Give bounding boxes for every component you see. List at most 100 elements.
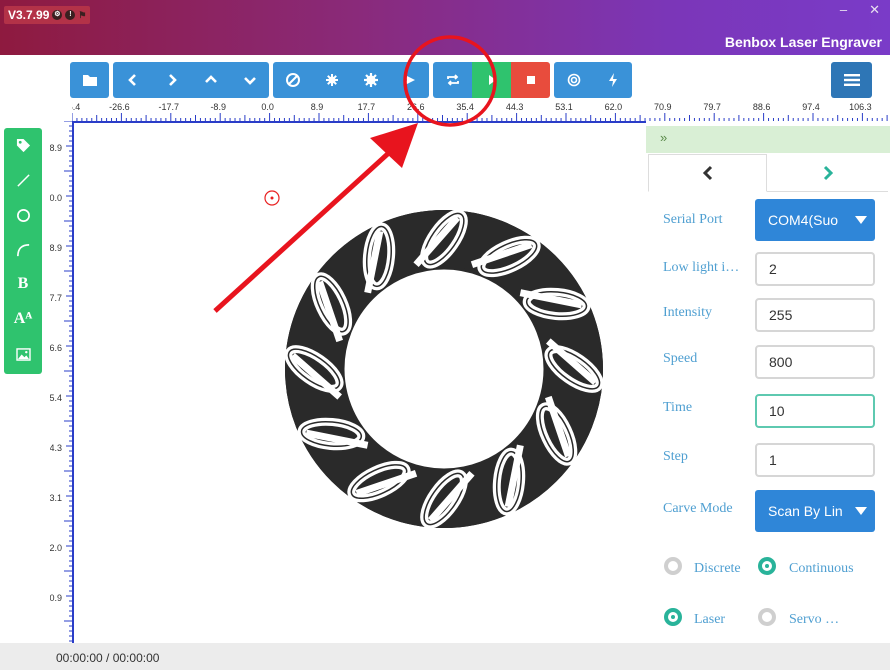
h-ruler-label: 88.6 (753, 102, 771, 112)
circle-tool[interactable] (4, 200, 42, 230)
play-button[interactable] (472, 62, 511, 98)
target-button[interactable] (554, 62, 593, 98)
tag-tool[interactable] (4, 130, 42, 160)
carve-mode-select[interactable]: Scan By Lin (755, 490, 875, 532)
window-controls: – ✕ (840, 2, 880, 18)
bold-icon: B (17, 275, 29, 292)
celtic-knot-image (284, 209, 604, 529)
work-canvas[interactable] (72, 121, 646, 643)
laser-radio[interactable] (664, 608, 682, 626)
v-ruler-label: 0.0 (50, 193, 62, 203)
servo-radio[interactable] (758, 608, 776, 626)
info-icon[interactable]: ! (65, 10, 76, 20)
gear-small-icon (325, 74, 338, 86)
text-icon: Aᴬ (13, 310, 33, 327)
line-icon (16, 173, 30, 187)
right-chevron-icon (168, 74, 177, 86)
dropdown-caret-icon (855, 507, 867, 515)
continuous-radio[interactable] (758, 557, 776, 575)
low-light-label: Low light i… (663, 260, 740, 275)
panel-collapse-toggle[interactable]: » (646, 126, 890, 153)
close-button[interactable]: ✕ (869, 2, 880, 18)
version-badge: V3.7.99 ⚙ ! ⚑ (4, 6, 91, 24)
gear-small-button[interactable] (312, 62, 351, 98)
repeat-icon (446, 74, 459, 86)
left-chevron-icon (702, 165, 712, 181)
h-ruler-label: 8.9 (311, 102, 324, 112)
run-group (433, 62, 550, 98)
ban-button[interactable] (273, 62, 312, 98)
open-file-button[interactable] (70, 62, 109, 98)
stop-button[interactable] (511, 62, 550, 98)
ban-icon (285, 73, 300, 87)
app-title: Benbox Laser Engraver (724, 34, 882, 50)
stop-icon (526, 76, 535, 84)
intensity-input[interactable]: 255 (755, 298, 875, 332)
v-ruler-label: 8.9 (50, 243, 62, 253)
repeat-button[interactable] (433, 62, 472, 98)
menu-button[interactable] (831, 62, 872, 98)
image-tool[interactable] (4, 339, 42, 369)
intensity-label: Intensity (663, 305, 712, 320)
misc-group (554, 62, 632, 98)
v-ruler-label: 53.1 (50, 493, 62, 503)
serial-port-label: Serial Port (663, 212, 723, 227)
step-label: Step (663, 449, 688, 464)
bolt-icon (608, 73, 617, 87)
text-tool[interactable]: Aᴬ (4, 304, 42, 334)
canvas-drawing (264, 190, 604, 529)
speed-input[interactable]: 800 (755, 345, 875, 379)
h-ruler-label: 79.7 (703, 102, 721, 112)
send-button[interactable] (390, 62, 429, 98)
bolt-button[interactable] (593, 62, 632, 98)
bold-tool[interactable]: B (4, 269, 42, 299)
vertical-ruler: -8.9 0.0 8.9 17.7 26.6 35.4 44.3 53.1 62.0 70.9 (44, 120, 72, 643)
time-label: Time (663, 400, 693, 415)
file-group (70, 62, 109, 98)
tab-next[interactable] (768, 154, 887, 192)
tab-previous[interactable] (648, 154, 767, 192)
v-ruler-label: 26.6 (50, 343, 62, 353)
h-ruler-label: -8.9 (210, 102, 226, 112)
main-toolbar (70, 62, 636, 98)
time-input[interactable]: 10 (755, 394, 875, 428)
panel-tabs (648, 154, 888, 192)
discrete-radio[interactable] (664, 557, 682, 575)
servo-label: Servo … (789, 612, 840, 627)
v-ruler-label: 62.0 (50, 543, 62, 553)
step-input[interactable]: 1 (755, 443, 875, 477)
up-chevron-icon (204, 75, 217, 83)
line-tool[interactable] (4, 165, 42, 195)
v-ruler-label: 35.4 (50, 393, 62, 403)
flag-icon[interactable]: ⚑ (78, 6, 86, 24)
gear-large-icon (363, 73, 378, 87)
horizontal-ruler-scale: -35.4 -26.6 -17.7 -8.9 0.0 8.9 17.7 26.6 35.4 44.… (60, 102, 888, 121)
v-ruler-label: 70.9 (50, 593, 62, 603)
serial-port-value: COM4(Suo (768, 212, 839, 228)
play-icon (488, 75, 496, 85)
h-ruler-label: -26.6 (109, 102, 130, 112)
move-down-button[interactable] (230, 62, 269, 98)
minimize-button[interactable]: – (840, 2, 847, 18)
settings-icon[interactable]: ⚙ (52, 10, 63, 20)
laser-label: Laser (694, 612, 726, 627)
target-icon (567, 73, 580, 87)
h-ruler-label: 53.1 (555, 102, 573, 112)
hamburger-icon (843, 74, 860, 86)
move-left-button[interactable] (113, 62, 152, 98)
move-group (113, 62, 269, 98)
low-light-input[interactable]: 2 (755, 252, 875, 286)
arc-tool[interactable] (4, 235, 42, 265)
move-right-button[interactable] (152, 62, 191, 98)
h-ruler-label: 62.0 (605, 102, 623, 112)
serial-port-select[interactable]: COM4(Suo (755, 199, 875, 241)
gear-large-button[interactable] (351, 62, 390, 98)
left-chevron-icon (127, 74, 136, 86)
move-up-button[interactable] (191, 62, 230, 98)
down-chevron-icon (243, 77, 256, 85)
carve-mode-value: Scan By Lin (768, 503, 843, 519)
send-icon (404, 75, 415, 85)
carve-mode-label: Carve Mode (663, 501, 733, 516)
title-bar: V3.7.99 ⚙ ! ⚑ – ✕ Benbox Laser Engraver (0, 0, 890, 55)
tools-group (273, 62, 429, 98)
